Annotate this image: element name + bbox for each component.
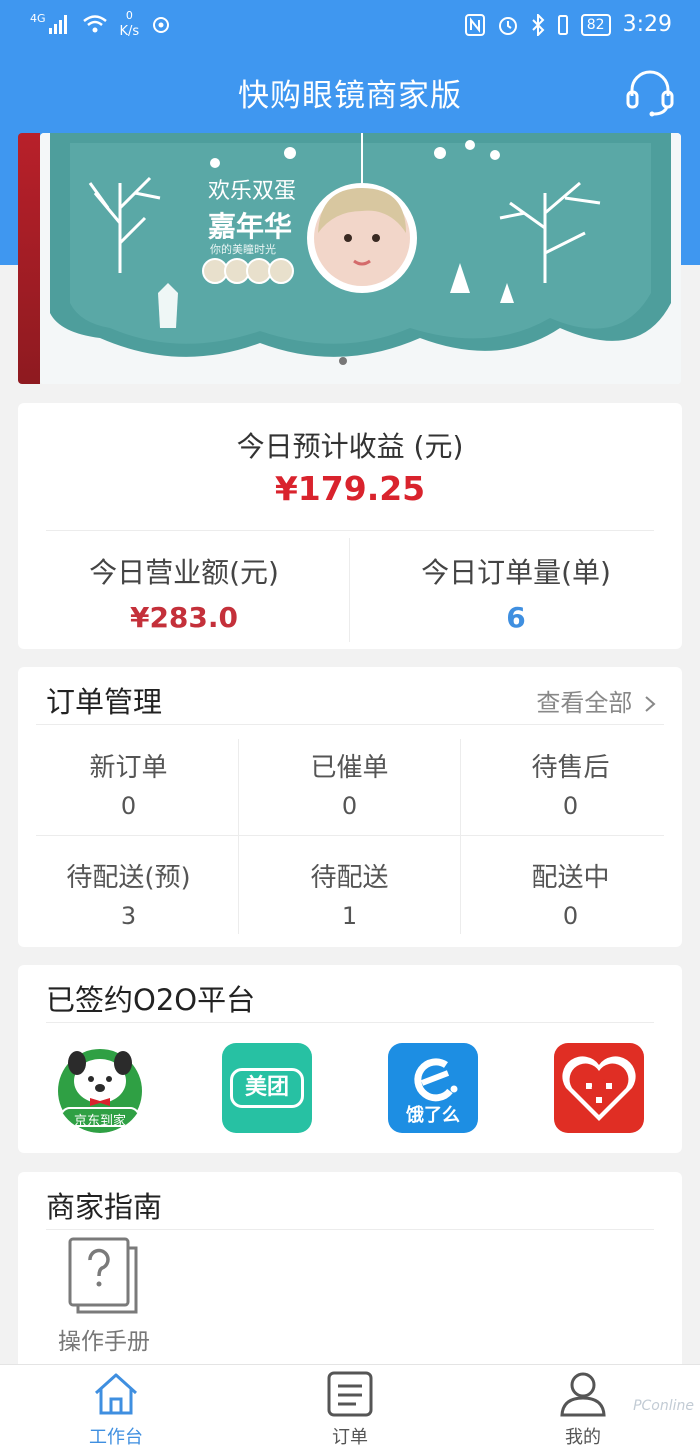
watermark: PConline xyxy=(633,1398,694,1414)
earnings-card: 今日预计收益 (元) ¥179.25 今日营业额(元) ¥283.0 今日订单量… xyxy=(18,403,682,649)
wifi-icon xyxy=(82,15,107,33)
banner-headline: 欢乐双蛋 xyxy=(208,179,297,204)
order-management-card: 订单管理 查看全部 新订单 0 已催单 0 待售后 0 待配送(预) 3 待配送… xyxy=(18,667,682,947)
operation-manual-item[interactable]: 操作手册 xyxy=(44,1236,164,1356)
clock: 3:29 xyxy=(622,12,672,37)
status-bar: 4G 0 K/s 82 3:29 xyxy=(0,0,700,56)
order-count-value: 6 xyxy=(506,601,526,634)
eleme-icon[interactable]: 饿了么 xyxy=(388,1043,478,1133)
order-status-awaiting-delivery[interactable]: 待配送 1 xyxy=(239,857,460,930)
tab-workbench[interactable]: 工作台 xyxy=(56,1371,176,1449)
estimated-profit-label: 今日预计收益 (元) xyxy=(236,430,464,463)
revenue-stat: 今日营业额(元) ¥283.0 xyxy=(18,551,350,634)
network-speed: 0 K/s xyxy=(119,9,140,39)
manual-icon xyxy=(68,1237,138,1314)
chevron-right-icon xyxy=(645,696,656,712)
estimated-profit-value: ¥179.25 xyxy=(274,469,426,508)
order-status-after-sale[interactable]: 待售后 0 xyxy=(460,747,681,820)
page-title: 快购眼镜商家版 xyxy=(238,78,462,114)
banner-illustration xyxy=(40,133,681,384)
meituan-icon[interactable]: 美团 xyxy=(222,1043,312,1133)
order-status-urged[interactable]: 已催单 0 xyxy=(239,747,460,820)
manual-label: 操作手册 xyxy=(58,1329,150,1355)
network-type: 4G xyxy=(30,12,46,25)
pinduoduo-icon[interactable]: 拼 xyxy=(554,1043,644,1133)
order-status-delivering[interactable]: 配送中 0 xyxy=(460,857,681,930)
revenue-label: 今日营业额(元) xyxy=(89,556,279,589)
order-list-icon xyxy=(327,1371,373,1417)
headset-icon[interactable] xyxy=(624,66,676,118)
divider xyxy=(46,1229,654,1230)
vibrate-icon xyxy=(557,14,568,35)
app-bar: 快购眼镜商家版 xyxy=(0,56,700,128)
meituan-label: 美团 xyxy=(230,1068,304,1108)
tab-orders[interactable]: 订单 xyxy=(290,1371,410,1449)
merchant-guide-card: 商家指南 操作手册 xyxy=(18,1172,682,1382)
o2o-platforms-card: 已签约O2O平台 京东到家 美团 饿了么 拼 xyxy=(18,965,682,1153)
app-notification-icon xyxy=(153,17,170,33)
battery-indicator: 82 xyxy=(580,13,611,36)
divider xyxy=(46,530,654,531)
banner-subheadline: 嘉年华 xyxy=(208,210,293,243)
home-icon xyxy=(94,1373,138,1415)
guide-title: 商家指南 xyxy=(46,1190,163,1224)
divider xyxy=(36,835,664,836)
banner-tagline: 你的美瞳时光 xyxy=(210,243,276,256)
divider xyxy=(46,1022,654,1023)
bottom-tab-bar: 工作台 订单 我的 xyxy=(0,1364,700,1455)
nfc-icon xyxy=(464,13,485,36)
banner-page-indicator xyxy=(339,357,347,365)
view-all-orders-link[interactable]: 查看全部 xyxy=(536,683,656,718)
banner-previous-slide[interactable] xyxy=(18,133,40,384)
promo-banner[interactable]: 欢乐双蛋 嘉年华 你的美瞳时光 xyxy=(40,133,681,384)
revenue-value: ¥283.0 xyxy=(129,601,239,634)
order-status-new[interactable]: 新订单 0 xyxy=(18,747,239,820)
order-count-label: 今日订单量(单) xyxy=(421,556,611,589)
order-management-title: 订单管理 xyxy=(46,685,163,719)
order-status-scheduled-delivery[interactable]: 待配送(预) 3 xyxy=(18,857,239,930)
bluetooth-icon xyxy=(532,13,545,36)
order-count-stat: 今日订单量(单) 6 xyxy=(350,551,682,634)
signal-icon xyxy=(48,15,67,34)
platforms-title: 已签约O2O平台 xyxy=(46,983,256,1017)
pinduoduo-label: 拼 xyxy=(591,1078,607,1096)
profile-icon xyxy=(560,1372,606,1417)
eleme-label: 饿了么 xyxy=(406,1105,460,1126)
tab-profile[interactable]: 我的 xyxy=(523,1371,643,1449)
jd-daojia-icon[interactable]: 京东到家 xyxy=(55,1043,145,1133)
jd-daojia-label: 京东到家 xyxy=(73,1114,126,1129)
alarm-icon xyxy=(498,16,517,35)
divider xyxy=(36,724,664,725)
